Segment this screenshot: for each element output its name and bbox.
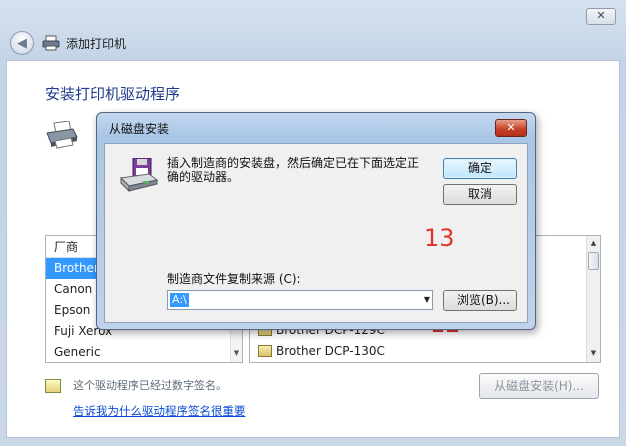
ok-button[interactable]: 确定 [443,158,517,179]
signature-status: 这个驱动程序已经过数字签名。 [73,379,227,392]
dialog-title: 从磁盘安装 [109,122,170,136]
source-label: 制造商文件复制来源 (C): [167,272,301,286]
page-title: 安装打印机驱动程序 [45,85,181,103]
dialog-close-button[interactable]: ✕ [495,119,527,137]
back-arrow-icon: ◀ [17,35,27,51]
back-button[interactable]: ◀ [10,31,34,55]
disk-drive-icon [119,157,159,193]
list-item[interactable]: Brother DCP-130C [258,341,385,361]
install-from-disk-dialog: 从磁盘安装 ✕ 插入制造商的安装盘，然后确定已在下面选定正确的驱动器。 确定 取… [96,112,536,330]
scroll-down-icon[interactable]: ▼ [587,346,600,360]
nav-bar: ◀ 添加打印机 [10,30,126,56]
printer-icon [42,35,60,51]
certificate-icon [45,379,61,393]
signature-info-link[interactable]: 告诉我为什么驱动程序签名很重要 [73,403,246,419]
scroll-up-icon[interactable]: ▲ [587,236,600,250]
printer-model-icon [258,345,272,357]
browse-button[interactable]: 浏览(B)... [443,290,517,311]
list-item[interactable]: Brother [46,258,100,279]
have-disk-button[interactable]: 从磁盘安装(H)... [479,373,599,399]
chevron-down-icon[interactable]: ▼ [424,294,430,306]
cancel-button[interactable]: 取消 [443,184,517,205]
dialog-message: 插入制造商的安装盘，然后确定已在下面选定正确的驱动器。 [167,156,420,184]
printer-list-scrollbar[interactable]: ▲ ▼ [586,236,600,362]
window-close-button[interactable]: ✕ [586,8,616,25]
source-combobox[interactable]: A:\ ▼ [167,290,433,310]
scroll-thumb[interactable] [588,252,599,270]
dialog-body: 插入制造商的安装盘，然后确定已在下面选定正确的驱动器。 确定 取消 制造商文件复… [104,143,528,323]
step-annotation-13: 13 [424,224,455,252]
list-item[interactable]: Generic [46,342,234,362]
printer-icon [45,120,79,149]
nav-title: 添加打印机 [66,36,127,51]
source-value[interactable]: A:\ [170,293,189,307]
printer-model-label: Brother DCP-130C [276,344,385,358]
